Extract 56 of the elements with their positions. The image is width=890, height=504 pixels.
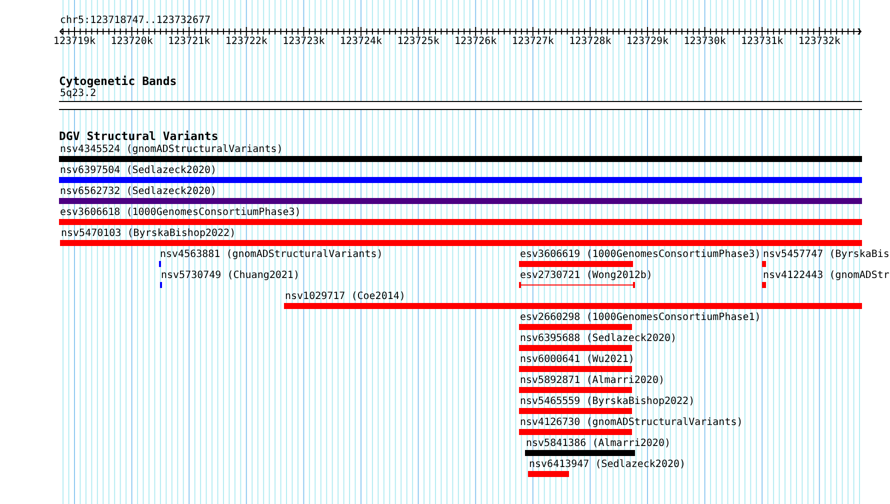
variant-bar[interactable]: [762, 261, 766, 267]
variant-label: nsv5465559 (ByrskaBishop2022): [520, 396, 695, 408]
variant-bar[interactable]: [59, 156, 862, 162]
ruler-tick-label: 123723k: [282, 36, 325, 48]
ruler-tick-label: 123732k: [798, 36, 840, 48]
variant-label: nsv1029717 (Coe2014): [285, 291, 406, 303]
variant-bar[interactable]: [519, 429, 632, 435]
variant-label: nsv6562732 (Sedlazeck2020): [60, 186, 217, 198]
variant-bar[interactable]: [519, 345, 632, 351]
ruler-tick-label: 123720k: [110, 36, 153, 48]
ruler-tick-label: 123719k: [53, 36, 96, 48]
variant-bar[interactable]: [528, 471, 569, 477]
variant-label: nsv4345524 (gnomADStructuralVariants): [60, 144, 283, 156]
variant-label: esv3606619 (1000GenomesConsortiumPhase3): [520, 249, 761, 261]
locus-label: chr5:123718747..123732677: [60, 15, 211, 27]
variant-bar[interactable]: [284, 303, 862, 309]
variant-label: nsv4122443 (gnomADStr: [763, 270, 890, 282]
variant-label: esv2660298 (1000GenomesConsortiumPhase1): [520, 312, 761, 324]
track-title: DGV Structural Variants: [59, 130, 218, 143]
ruler-tick-label: 123727k: [512, 36, 554, 48]
ruler-tick-label: 123725k: [397, 36, 440, 48]
variant-bar[interactable]: [519, 324, 632, 330]
variant-bar[interactable]: [762, 282, 766, 288]
ruler-tick-label: 123731k: [741, 36, 784, 48]
variant-bar[interactable]: [519, 408, 632, 414]
variant-label: nsv4563881 (gnomADStructuralVariants): [160, 249, 383, 261]
ruler-tick-label: 123722k: [225, 36, 268, 48]
track-title: Cytogenetic Bands: [59, 75, 177, 88]
variant-bar[interactable]: [525, 450, 635, 456]
variant-label: nsv6397504 (Sedlazeck2020): [60, 165, 217, 177]
variant-bar[interactable]: [519, 366, 632, 372]
variant-bar[interactable]: [519, 261, 633, 267]
variant-label: nsv5470103 (ByrskaBishop2022): [61, 228, 236, 240]
variant-bar[interactable]: [60, 240, 862, 246]
ruler-tick-label: 123724k: [340, 36, 382, 48]
ruler-tick-label: 123728k: [569, 36, 612, 48]
variant-bar[interactable]: [59, 219, 862, 225]
variant-label: nsv6413947 (Sedlazeck2020): [529, 459, 686, 471]
variant-label: nsv5730749 (Chuang2021): [161, 270, 300, 282]
ruler-tick-label: 123729k: [626, 36, 669, 48]
variant-label: nsv6000641 (Wu2021): [520, 354, 634, 366]
variant-label: nsv4126730 (gnomADStructuralVariants): [520, 417, 743, 429]
variant-bar[interactable]: [59, 177, 862, 183]
variant-label: nsv6395688 (Sedlazeck2020): [520, 333, 677, 345]
variant-bar[interactable]: [59, 198, 862, 204]
ruler-tick-label: 123730k: [684, 36, 726, 48]
ruler-tick-label: 123721k: [168, 36, 210, 48]
variant-label: esv3606618 (1000GenomesConsortiumPhase3): [60, 207, 301, 219]
variant-label: esv2730721 (Wong2012b): [520, 270, 652, 282]
variant-label: nsv5892871 (Almarri2020): [520, 375, 664, 387]
variant-label: nsv5457747 (ByrskaBis: [763, 249, 890, 261]
band-label: 5q23.2: [60, 88, 96, 100]
ruler-tick-label: 123726k: [454, 36, 497, 48]
variant-bar[interactable]: [519, 387, 632, 393]
variant-span[interactable]: [519, 282, 635, 288]
variant-label: nsv5841386 (Almarri2020): [526, 438, 670, 450]
